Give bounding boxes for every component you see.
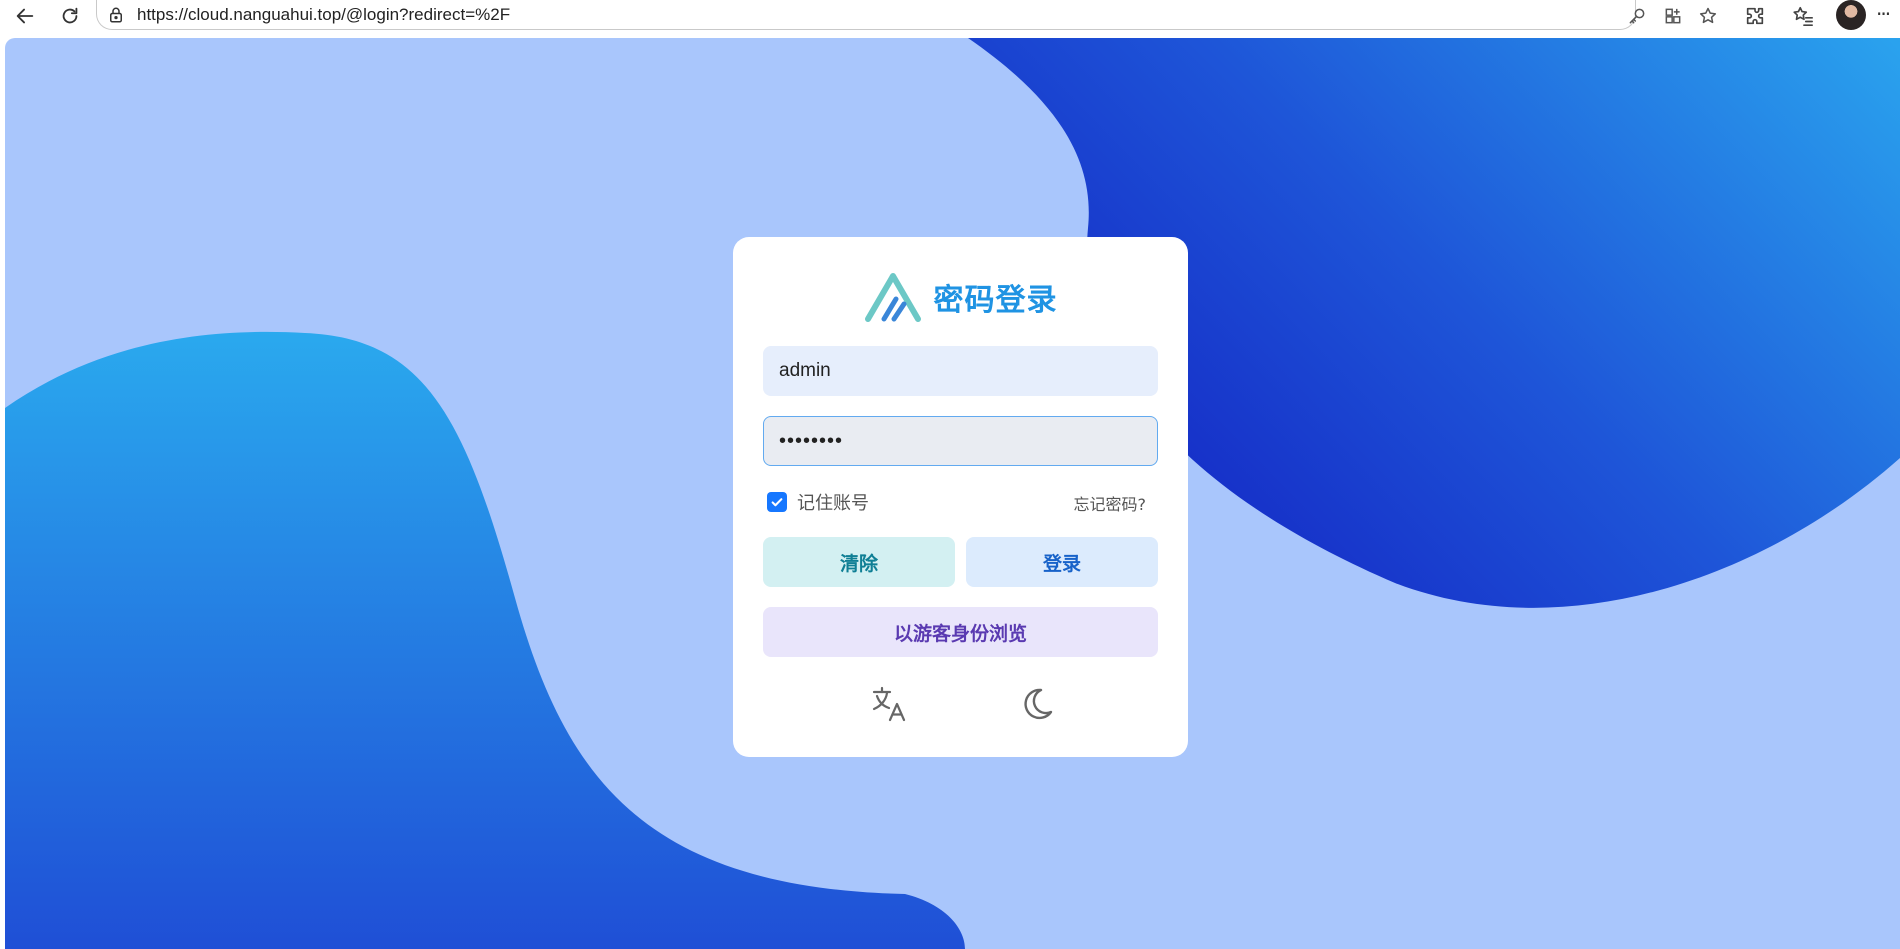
remember-label: 记住账号 <box>797 493 869 514</box>
lock-icon[interactable] <box>107 6 125 24</box>
back-arrow-icon[interactable] <box>11 2 39 30</box>
avatar[interactable] <box>1836 0 1866 30</box>
username-input[interactable] <box>763 346 1158 396</box>
url-text[interactable]: https://cloud.nanguahui.top/@login?redir… <box>137 5 510 25</box>
address-bar[interactable]: https://cloud.nanguahui.top/@login?redir… <box>96 0 1636 30</box>
key-icon[interactable] <box>1623 2 1651 30</box>
more-menu-icon[interactable]: ··· <box>1876 2 1891 26</box>
star-icon[interactable] <box>1694 2 1722 30</box>
guest-browse-button[interactable]: 以游客身份浏览 <box>763 607 1158 657</box>
page-title: 密码登录 <box>933 283 1058 318</box>
logo-icon <box>864 273 921 322</box>
password-input[interactable] <box>763 416 1158 466</box>
login-button[interactable]: 登录 <box>966 537 1158 587</box>
login-card: 密码登录 记住账号 忘记密码? 清除 登录 以游客身份浏览 <box>733 237 1188 757</box>
refresh-icon[interactable] <box>56 2 84 30</box>
card-header: 密码登录 <box>733 271 1188 323</box>
moon-icon[interactable] <box>1016 683 1058 725</box>
forgot-password-link[interactable]: 忘记密码? <box>1074 491 1147 515</box>
puzzle-icon[interactable] <box>1740 2 1770 30</box>
translate-icon[interactable] <box>869 683 911 725</box>
clear-button[interactable]: 清除 <box>763 537 955 587</box>
remember-checkbox[interactable] <box>767 492 787 512</box>
favorites-icon[interactable] <box>1788 2 1818 30</box>
login-page: 密码登录 记住账号 忘记密码? 清除 登录 以游客身份浏览 <box>5 38 1900 949</box>
remember-account[interactable]: 记住账号 <box>767 489 869 515</box>
check-icon <box>771 498 783 507</box>
browser-toolbar: https://cloud.nanguahui.top/@login?redir… <box>0 0 1900 32</box>
add-app-icon[interactable] <box>1659 2 1687 30</box>
